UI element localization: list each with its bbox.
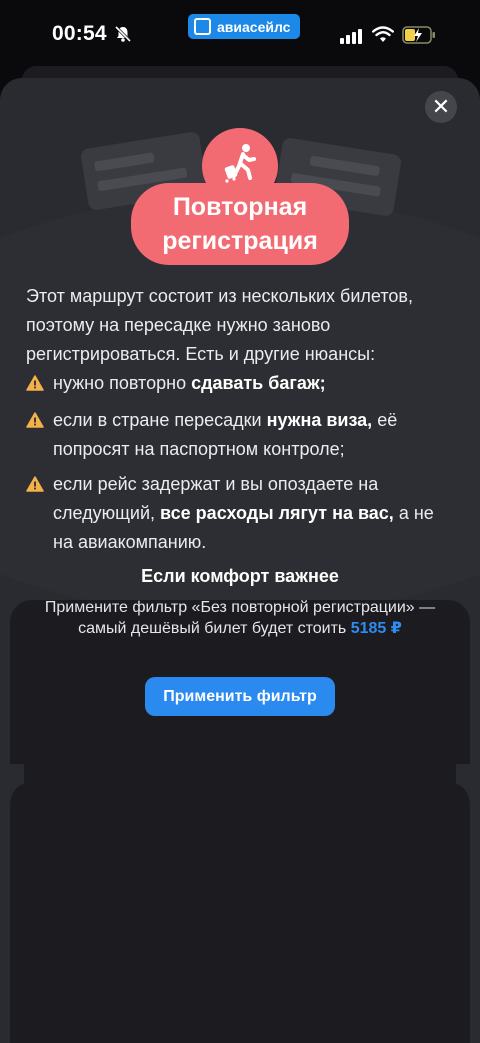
comfort-title: Если комфорт важнее <box>141 566 339 586</box>
bell-off-icon <box>114 25 132 43</box>
modal-title: Повторная регистрация <box>162 193 318 255</box>
modal-title-badge: Повторная регистрация <box>131 183 349 265</box>
warning-icon <box>26 375 44 391</box>
close-icon: ✕ <box>431 94 451 119</box>
app-badge-label: авиасейлс <box>217 18 291 35</box>
comfort-text: Примените фильтр «Без повторной регистра… <box>44 599 436 637</box>
status-time: 00:54 <box>52 22 107 45</box>
warning-icon <box>26 412 44 428</box>
aviasales-logo-icon <box>194 18 211 35</box>
warning-item: если рейс задержат и вы опоздаете на сле… <box>26 470 456 557</box>
signal-icon <box>340 29 362 44</box>
status-bar: 00:54 авиасейлс <box>0 0 480 70</box>
wifi-icon <box>372 26 394 42</box>
results-panel <box>10 782 470 1043</box>
battery-charging-icon <box>402 26 435 44</box>
apply-filter-button[interactable]: Применить фильтр <box>145 677 335 716</box>
close-button[interactable]: ✕ <box>425 91 457 123</box>
warning-item: если в стране пересадки нужна виза, её п… <box>26 406 456 464</box>
layover-modal: Повторная регистрация ✕ Этот маршрут сос… <box>0 78 480 1043</box>
modal-intro: Этот маршрут состоит из нескольких билет… <box>26 286 413 364</box>
warning-item: нужно повторно сдавать багаж; <box>26 369 456 398</box>
cheapest-price: 5185 ₽ <box>350 620 402 637</box>
warning-icon <box>26 476 44 492</box>
app-badge[interactable]: авиасейлс <box>188 14 301 39</box>
